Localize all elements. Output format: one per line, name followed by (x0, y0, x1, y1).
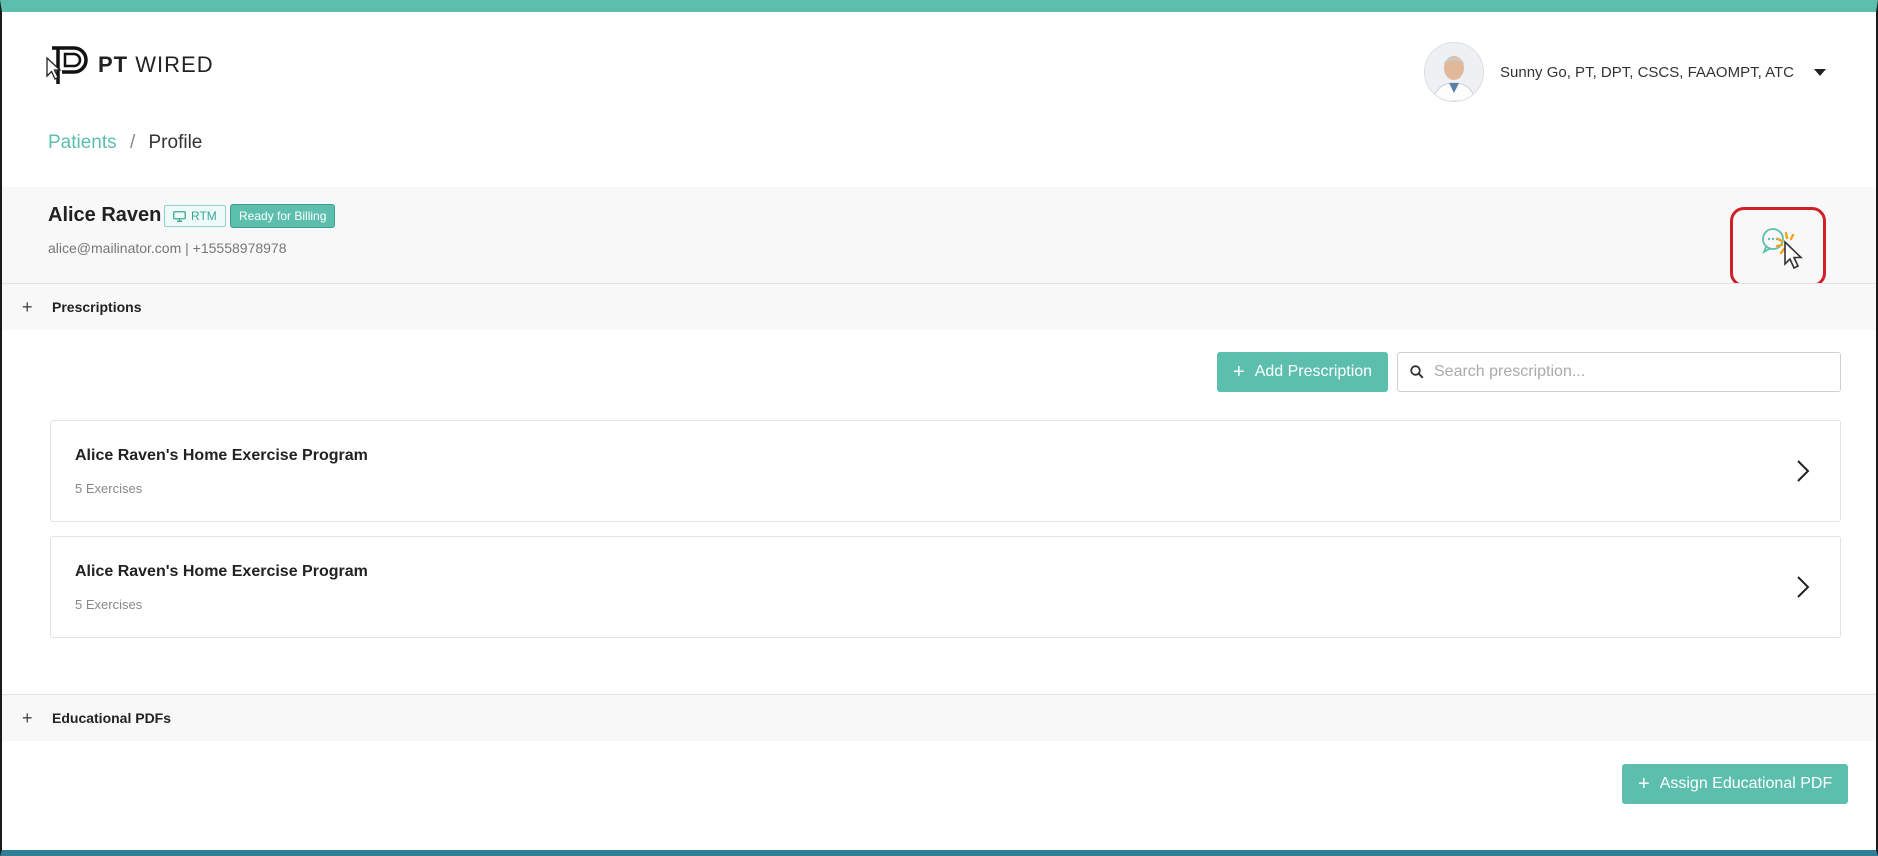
prescriptions-title: Prescriptions (52, 299, 142, 315)
prescription-subtitle: 5 Exercises (75, 481, 143, 496)
plus-icon: + (22, 296, 33, 317)
search-prescription-field[interactable] (1397, 352, 1841, 392)
assign-educational-pdf-button[interactable]: + Assign Educational PDF (1622, 764, 1849, 804)
avatar (1424, 42, 1485, 102)
prescription-card[interactable]: Alice Raven's Home Exercise Program 5 Ex… (50, 420, 1841, 522)
status-badge: Ready for Billing (230, 204, 336, 228)
plus-icon: + (22, 707, 33, 728)
app-logo[interactable]: PT WIRED (46, 42, 214, 88)
breadcrumb-separator: / (129, 132, 136, 153)
rtm-badge: RTM (164, 205, 226, 227)
prescription-subtitle: 5 Exercises (75, 597, 143, 612)
add-prescription-button[interactable]: + Add Prescription (1217, 352, 1389, 392)
user-menu[interactable]: Sunny Go, PT, DPT, CSCS, FAAOMPT, ATC (1424, 42, 1826, 102)
chat-icon (1762, 228, 1803, 270)
prescription-title: Alice Raven's Home Exercise Program (75, 563, 368, 580)
logo-text: PT WIRED (98, 52, 214, 77)
prescription-title: Alice Raven's Home Exercise Program (75, 447, 368, 464)
monitor-icon (173, 210, 186, 222)
search-icon (1410, 365, 1424, 379)
patient-name: Alice Raven (48, 204, 162, 226)
assign-educational-pdf-label: Assign Educational PDF (1659, 775, 1833, 792)
add-prescription-label: Add Prescription (1254, 363, 1373, 380)
plus-icon: + (1638, 773, 1650, 795)
educational-pdfs-accordion-header[interactable]: + Educational PDFs (2, 694, 1876, 741)
patient-contact: alice@mailinator.com | +15558978978 (48, 240, 287, 256)
app-window: PT WIRED Sunny Go, PT, DPT, CSCS, FAAOMP… (0, 0, 1878, 856)
search-prescription-input[interactable] (1432, 362, 1840, 382)
breadcrumb-current: Profile (148, 132, 203, 153)
prescription-card[interactable]: Alice Raven's Home Exercise Program 5 Ex… (50, 536, 1841, 638)
breadcrumb: Patients / Profile (48, 132, 202, 154)
plus-icon: + (1233, 361, 1245, 383)
chat-button[interactable] (1730, 207, 1826, 287)
breadcrumb-patients-link[interactable]: Patients (48, 132, 117, 153)
patient-header: Alice Raven RTM Ready for Billing alice@… (2, 187, 1876, 287)
prescriptions-accordion-header[interactable]: + Prescriptions (2, 283, 1876, 330)
rtm-badge-label: RTM (191, 209, 217, 223)
chevron-right-icon[interactable] (1796, 459, 1810, 483)
chevron-down-icon[interactable] (1814, 68, 1826, 76)
user-name: Sunny Go, PT, DPT, CSCS, FAAOMPT, ATC (1500, 63, 1794, 81)
chevron-right-icon[interactable] (1796, 575, 1810, 599)
mouse-cursor-icon (46, 57, 62, 80)
educational-pdfs-title: Educational PDFs (52, 710, 172, 726)
